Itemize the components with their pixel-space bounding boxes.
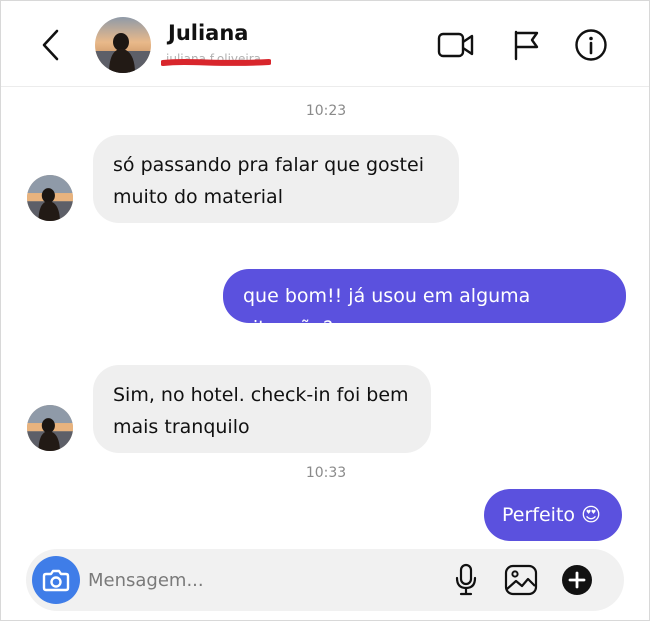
video-call-button[interactable] [436,25,476,65]
contact-name[interactable]: Juliana [168,21,248,45]
chat-window: Juliana juliana.f.oliveira 10:23 só pass… [0,0,650,621]
message-composer [26,549,624,611]
contact-avatar-small [27,405,73,451]
outgoing-message[interactable]: que bom!! já usou em alguma situação? [223,269,626,339]
microphone-icon [455,563,477,596]
avatar-photo [27,405,73,451]
report-button[interactable] [506,25,546,65]
info-button[interactable] [571,25,611,65]
message-text-line: só passando pra falar que gostei [113,154,424,176]
redaction-scribble [161,59,271,66]
gallery-button[interactable] [503,562,539,598]
avatar-photo [95,17,151,73]
message-text-line: Sim, no hotel. check-in foi bem [113,384,409,406]
gallery-icon [504,564,538,596]
timestamp: 10:33 [305,465,347,481]
incoming-message[interactable]: Sim, no hotel. check-in foi bem mais tra… [93,365,431,453]
avatar-photo [27,175,73,221]
message-text: que bom!! já usou em alguma situação? [243,285,531,339]
chat-header: Juliana juliana.f.oliveira [1,1,649,87]
video-call-icon [437,32,474,58]
back-button[interactable] [29,23,73,67]
voice-message-button[interactable] [448,562,484,598]
heart-eyes-emoji: 😍 [581,504,601,526]
camera-button[interactable] [32,556,80,604]
timestamp: 10:23 [305,103,347,119]
message-text-line: muito do material [113,186,283,208]
back-chevron-icon [42,29,59,61]
contact-avatar[interactable] [95,17,151,73]
flag-icon [514,30,539,61]
message-text-line: mais tranquilo [113,416,250,438]
message-input[interactable] [88,560,428,600]
outgoing-message[interactable]: Perfeito 😍 [484,489,622,541]
camera-icon [42,569,70,592]
info-icon [575,29,607,61]
contact-avatar-small [27,175,73,221]
incoming-message[interactable]: só passando pra falar que gostei muito d… [93,135,459,223]
message-text: Perfeito [502,504,576,526]
add-button[interactable] [559,562,595,598]
add-icon [562,565,592,595]
